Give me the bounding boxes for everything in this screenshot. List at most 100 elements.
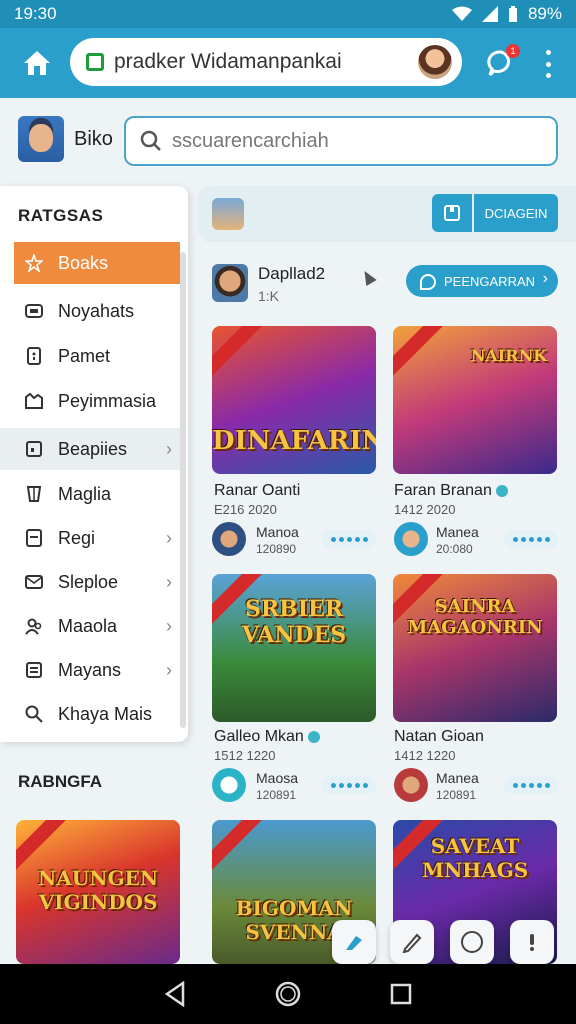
sidebar-item-label: Sleploe	[58, 571, 119, 592]
tag-button[interactable]	[332, 920, 376, 964]
developer-name[interactable]: Dapllad2	[258, 264, 325, 284]
circle-icon	[461, 931, 483, 953]
developer-panel: DCIAGEIN	[198, 186, 576, 242]
profile-avatar[interactable]	[18, 116, 64, 162]
game-title[interactable]: Natan Gioan	[394, 728, 484, 746]
sidebar-scrollbar[interactable]	[180, 252, 186, 728]
circle-button[interactable]	[450, 920, 494, 964]
shield-icon	[24, 484, 44, 504]
game-title-text: Faran Branan	[394, 482, 492, 499]
author-avatar[interactable]	[212, 768, 246, 802]
section-title: RABNGFA	[0, 758, 192, 802]
sidebar-item-label: Maglia	[58, 483, 112, 504]
game-card-image[interactable]: NAUNGEN VIGINDOS	[16, 820, 180, 964]
game-card-image[interactable]: DINAFARIN	[212, 326, 376, 474]
status-time: 19:30	[14, 4, 57, 23]
verified-icon	[495, 484, 508, 497]
more-dots-icon[interactable]	[322, 530, 376, 548]
search-placeholder: sscuarencarchiah	[172, 129, 329, 152]
browser-toolbar: pradker Widamanpankai 1	[0, 28, 576, 98]
more-dots-icon[interactable]	[504, 530, 558, 548]
sidebar-item-label: Maaola	[58, 615, 118, 636]
signal-icon	[481, 6, 498, 22]
sidebar-item-label: Noyahats	[58, 300, 135, 321]
sidebar-item-regi[interactable]: Regi ›	[14, 517, 180, 559]
game-card-image[interactable]: SRBIER VANDES	[212, 574, 376, 722]
chevron-right-icon: ›	[166, 659, 172, 680]
game-card-image[interactable]: NAIRNK	[393, 326, 557, 474]
sidebar-item-label: Beapiies	[58, 438, 128, 459]
developer-avatar[interactable]	[212, 264, 248, 302]
status-bar: 19:30 89%	[0, 0, 576, 28]
url-bar[interactable]: pradker Widamanpankai	[70, 38, 462, 86]
bookmark-icon	[444, 205, 460, 221]
back-icon[interactable]	[163, 981, 187, 1007]
home-icon[interactable]	[20, 46, 54, 80]
author-stat: 120891	[436, 788, 477, 802]
sidebar-item-pamet[interactable]: Pamet	[14, 335, 180, 377]
game-title[interactable]: Ranar Oanti	[214, 482, 300, 500]
bookmark-button[interactable]	[432, 194, 472, 232]
sidebar-item-maglia[interactable]: Maglia	[14, 473, 180, 515]
chevron-right-icon: ›	[166, 438, 172, 459]
game-date: 1412 1220	[394, 748, 456, 763]
game-title-text: Galleo Mkan	[214, 728, 304, 745]
game-logo: DINAFARIN	[212, 426, 376, 456]
ribbon-badge	[212, 326, 272, 380]
sidebar-item-boaks[interactable]: Boaks	[14, 242, 180, 284]
wifi-icon	[451, 6, 472, 21]
sidebar-item-khaya-mais[interactable]: Khaya Mais	[14, 693, 180, 735]
search-icon	[24, 704, 44, 724]
search-icon	[140, 130, 161, 151]
game-date: 1412 2020	[394, 502, 456, 517]
verified-icon	[307, 730, 320, 743]
recents-icon[interactable]	[389, 982, 413, 1006]
game-logo: SAVEAT MNHAGS	[421, 834, 529, 882]
pencil-icon	[402, 933, 422, 953]
author-avatar[interactable]	[394, 768, 428, 802]
sidebar-item-label: Mayans	[58, 659, 122, 680]
mail-icon	[24, 572, 44, 592]
folder-icon	[24, 391, 44, 411]
info-button[interactable]	[510, 920, 554, 964]
sidebar-item-mayans[interactable]: Mayans ›	[14, 649, 180, 691]
sidebar-item-noyahats[interactable]: Noyahats	[14, 290, 180, 332]
category-sidebar: RATGSAS Boaks Noyahats Pamet Peyimmasia …	[0, 186, 188, 742]
game-logo: SAINRA MAGAONRIN	[407, 596, 543, 638]
home-nav-icon[interactable]	[274, 980, 302, 1008]
game-date: E216 2020	[214, 502, 277, 517]
sidebar-item-label: Khaya Mais	[58, 703, 153, 724]
action-button[interactable]: DCIAGEIN	[474, 194, 558, 232]
author-avatar[interactable]	[212, 522, 246, 556]
battery-icon	[508, 6, 517, 22]
edit-button[interactable]	[390, 920, 434, 964]
cursor-icon	[359, 267, 377, 287]
author-stat: 120890	[256, 542, 297, 556]
author-stat: 20:080	[436, 542, 473, 556]
more-dots-icon[interactable]	[504, 776, 558, 794]
profile-name: Biko	[74, 128, 113, 150]
author-avatar[interactable]	[394, 522, 428, 556]
game-card-image[interactable]: SAINRA MAGAONRIN	[393, 574, 557, 722]
follow-button[interactable]: PEENGARRAN	[406, 265, 558, 297]
search-input[interactable]: sscuarencarchiah	[124, 116, 558, 166]
sidebar-item-sleploe[interactable]: Sleploe ›	[14, 561, 180, 603]
battery-level: 89%	[527, 4, 562, 23]
sidebar-item-label: Regi	[58, 527, 96, 548]
sidebar-item-beapiies[interactable]: Beapiies ›	[0, 428, 180, 470]
more-dots-icon[interactable]	[322, 776, 376, 794]
list-icon	[24, 660, 44, 680]
sidebar-item-maaola[interactable]: Maaola ›	[14, 605, 180, 647]
game-title[interactable]: Galleo Mkan	[214, 728, 320, 746]
page-icon	[24, 346, 44, 366]
chat-button[interactable]: 1	[486, 44, 520, 78]
star-icon	[24, 253, 44, 273]
avatar[interactable]	[418, 45, 452, 79]
sidebar-item-peyimmasia[interactable]: Peyimmasia	[14, 380, 180, 422]
more-menu-icon[interactable]	[544, 50, 552, 78]
system-nav-bar	[0, 964, 576, 1024]
app-icon	[212, 198, 244, 230]
game-date: 1512 1220	[214, 748, 276, 763]
game-title[interactable]: Faran Branan	[394, 482, 508, 500]
sidebar-item-label: Peyimmasia	[58, 390, 157, 411]
